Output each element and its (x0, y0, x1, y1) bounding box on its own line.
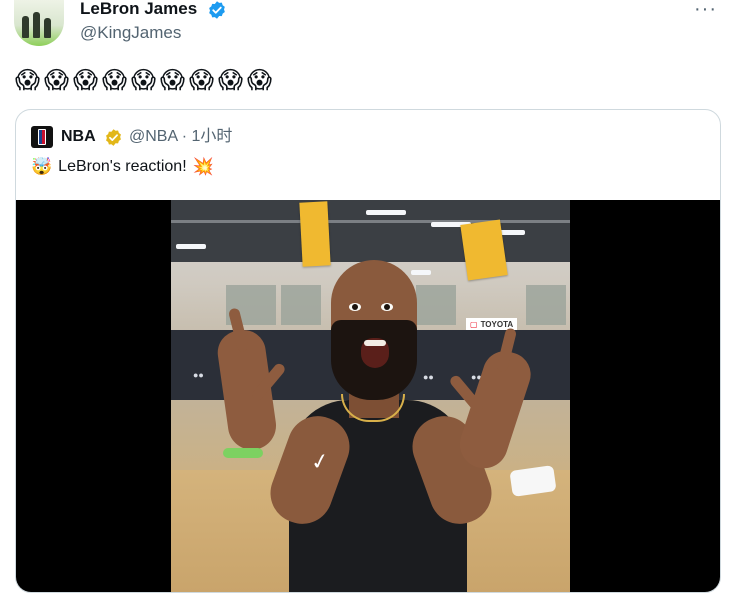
wall-number: ●● (193, 370, 204, 380)
quoted-tweet-text: 🤯 LeBron's reaction! 💥 (31, 156, 214, 178)
avatar-figure (22, 16, 29, 38)
video-frame: ▢TOYOTA ●● ●● ●● ●● ✓ (171, 200, 570, 592)
verified-gold-badge-icon (106, 129, 121, 146)
ceiling-light (366, 210, 406, 215)
player-eye (349, 303, 361, 311)
author-avatar[interactable] (14, 0, 64, 46)
avatar-figure (33, 12, 40, 38)
screaming-face-emoji: 😱 (217, 66, 244, 94)
championship-banner (299, 201, 331, 267)
championship-banner (460, 219, 508, 281)
author-name[interactable]: LeBron James (80, 0, 197, 20)
exploding-head-emoji: 🤯 (31, 157, 53, 177)
ceiling-light (176, 244, 206, 249)
quoted-author-name[interactable]: NBA (61, 127, 96, 147)
screaming-face-emoji: 😱 (43, 66, 70, 94)
gym-window (281, 285, 321, 325)
quoted-text-body: LeBron's reaction! (58, 158, 187, 175)
collision-emoji: 💥 (192, 157, 214, 177)
wall-number: ●● (423, 372, 434, 382)
gym-window (416, 285, 456, 325)
toyota-logo-icon: ▢ (470, 320, 478, 329)
quoted-handle-timestamp[interactable]: @NBA · 1小时 (129, 127, 232, 147)
screaming-face-emoji: 😱 (130, 66, 157, 94)
screaming-face-emoji: 😱 (14, 66, 41, 94)
video-player[interactable]: ▢TOYOTA ●● ●● ●● ●● ✓ (16, 200, 720, 592)
screaming-face-emoji: 😱 (72, 66, 99, 94)
screaming-face-emoji: 😱 (159, 66, 186, 94)
screaming-face-emoji: 😱 (246, 66, 273, 94)
screaming-face-emoji: 😱 (101, 66, 128, 94)
tweet-text: 😱 😱 😱 😱 😱 😱 😱 😱 😱 (14, 66, 273, 94)
ceiling-light (411, 270, 431, 275)
player-wristband (223, 448, 263, 458)
screaming-face-emoji: 😱 (188, 66, 215, 94)
more-options-button[interactable]: ··· (694, 0, 717, 21)
player-teeth (364, 340, 386, 346)
ceiling-truss (171, 220, 570, 223)
player-eye (381, 303, 393, 311)
author-handle[interactable]: @KingJames (80, 22, 181, 44)
avatar-figure (44, 18, 51, 38)
quoted-tweet-card[interactable]: NBA @NBA · 1小时 🤯 LeBron's reaction! 💥 ▢ T… (15, 109, 721, 593)
nba-logo-red (42, 130, 45, 144)
nba-logo-avatar[interactable] (31, 126, 53, 148)
verified-badge-icon (209, 1, 225, 19)
gym-window (526, 285, 566, 325)
